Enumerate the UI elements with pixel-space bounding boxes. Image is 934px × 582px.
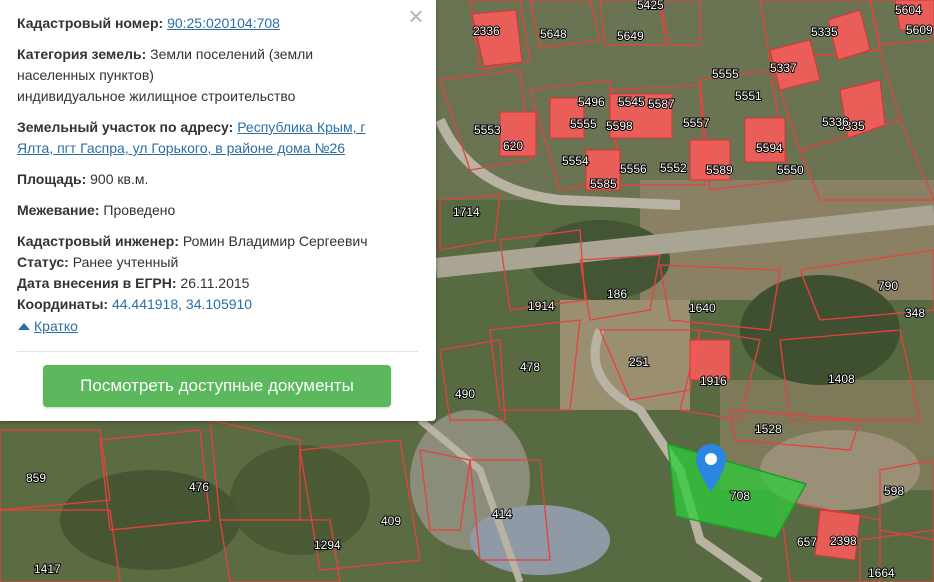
status-value: Ранее учтенный bbox=[72, 254, 179, 270]
coordinates-link[interactable]: 44.441918, 34.105910 bbox=[112, 296, 252, 312]
egrn-date-label: Дата внесения в ЕГРН: bbox=[17, 275, 177, 291]
parcel-label-selected: 708 bbox=[730, 489, 750, 503]
parcel-label: 1294 bbox=[314, 538, 341, 552]
parcel-label: 2336 bbox=[473, 24, 500, 38]
parcel-label: 5598 bbox=[606, 119, 633, 133]
land-category-value-cont: населенных пунктов) bbox=[17, 67, 154, 83]
parcel-label: 5555 bbox=[570, 117, 597, 131]
parcel-label: 5648 bbox=[540, 27, 567, 41]
land-use-value: индивидуальное жилищное строительство bbox=[17, 88, 296, 104]
parcel-label: 251 bbox=[629, 355, 649, 369]
address-link[interactable]: Республика Крым, г bbox=[237, 119, 365, 135]
parcel-label: 5587 bbox=[648, 97, 675, 111]
parcel-label: 186 bbox=[607, 287, 627, 301]
collapse-label: Кратко bbox=[34, 318, 78, 334]
engineer-row: Кадастровый инженер: Ромин Владимир Серг… bbox=[17, 231, 397, 252]
parcel-label: 5337 bbox=[770, 61, 797, 75]
land-category-value: Земли поселений (земли bbox=[150, 46, 314, 62]
coordinates-label: Координаты: bbox=[17, 296, 109, 312]
parcel-label: 5585 bbox=[590, 177, 617, 191]
location-pin-icon[interactable] bbox=[696, 444, 726, 492]
parcel-label: 5552 bbox=[660, 161, 687, 175]
parcel-label: 1714 bbox=[453, 205, 480, 219]
parcel-label: 348 bbox=[905, 306, 925, 320]
divider bbox=[17, 351, 418, 352]
parcel-label: 5554 bbox=[562, 154, 589, 168]
cadastral-number-link[interactable]: 90:25:020104:708 bbox=[167, 15, 280, 31]
address-link-cont[interactable]: Ялта, пгт Гаспра, ул Горького, в районе … bbox=[17, 140, 345, 156]
parcel-label: 620 bbox=[503, 139, 523, 153]
engineer-label: Кадастровый инженер: bbox=[17, 233, 180, 249]
parcel-label: 5556 bbox=[620, 162, 647, 176]
parcel-label: 5545 bbox=[618, 95, 645, 109]
parcel-label: 1408 bbox=[828, 372, 855, 386]
area-row: Площадь: 900 кв.м. bbox=[17, 169, 397, 190]
coordinates-row: Координаты: 44.441918, 34.105910 bbox=[17, 294, 397, 315]
parcel-label: 490 bbox=[455, 387, 475, 401]
address-row: Земельный участок по адресу: Республика … bbox=[17, 117, 397, 159]
survey-row: Межевание: Проведено bbox=[17, 200, 397, 221]
engineer-value: Ромин Владимир Сергеевич bbox=[182, 233, 368, 249]
parcel-label: 5550 bbox=[777, 163, 804, 177]
close-icon[interactable]: × bbox=[404, 3, 428, 29]
parcel-label: 5336 bbox=[822, 115, 849, 129]
parcel-label: 476 bbox=[189, 480, 209, 494]
parcel-label: 5609 bbox=[906, 23, 933, 37]
parcel-label: 790 bbox=[878, 279, 898, 293]
parcel-label: 414 bbox=[492, 507, 512, 521]
status-row: Статус: Ранее учтенный bbox=[17, 252, 397, 273]
egrn-date-value: 26.11.2015 bbox=[180, 275, 250, 291]
egrn-date-row: Дата внесения в ЕГРН: 26.11.2015 bbox=[17, 273, 397, 294]
triangle-up-icon bbox=[18, 323, 30, 330]
parcel-label: 1664 bbox=[868, 566, 895, 580]
parcel-info-panel: × Кадастровый номер: 90:25:020104:708 Ка… bbox=[0, 0, 436, 421]
parcel-label: 598 bbox=[884, 484, 904, 498]
land-category-row: Категория земель: Земли поселений (земли… bbox=[17, 44, 397, 107]
parcel-label: 1916 bbox=[700, 374, 727, 388]
parcel-label: 2398 bbox=[830, 534, 857, 548]
land-category-label: Категория земель: bbox=[17, 46, 147, 62]
parcel-label: 5553 bbox=[474, 123, 501, 137]
parcel-label: 1528 bbox=[755, 422, 782, 436]
parcel-label: 5594 bbox=[756, 141, 783, 155]
parcel-label: 5425 bbox=[637, 0, 664, 12]
area-value: 900 кв.м. bbox=[90, 171, 149, 187]
parcel-label: 1417 bbox=[34, 562, 61, 576]
parcel-label: 5557 bbox=[683, 116, 710, 130]
address-label: Земельный участок по адресу: bbox=[17, 119, 234, 135]
parcel-label: 5496 bbox=[578, 95, 605, 109]
parcel-label: 5555 bbox=[712, 67, 739, 81]
survey-label: Межевание: bbox=[17, 202, 100, 218]
cadastral-number-label: Кадастровый номер: bbox=[17, 15, 164, 31]
parcel-label: 657 bbox=[797, 535, 817, 549]
parcel-label: 1640 bbox=[689, 301, 716, 315]
parcel-label: 5589 bbox=[706, 163, 733, 177]
parcel-label: 409 bbox=[381, 514, 401, 528]
parcel-label: 859 bbox=[26, 471, 46, 485]
parcel-label: 5335 bbox=[811, 25, 838, 39]
parcel-label: 1914 bbox=[528, 299, 555, 313]
parcel-label: 5649 bbox=[617, 29, 644, 43]
parcel-label: 478 bbox=[520, 360, 540, 374]
collapse-toggle[interactable]: Кратко bbox=[18, 317, 78, 335]
status-label: Статус: bbox=[17, 254, 69, 270]
area-label: Площадь: bbox=[17, 171, 87, 187]
cadastral-number-row: Кадастровый номер: 90:25:020104:708 bbox=[17, 13, 397, 34]
parcel-label: 5551 bbox=[735, 89, 762, 103]
parcel-label: 5604 bbox=[895, 3, 922, 17]
survey-value: Проведено bbox=[103, 202, 176, 218]
view-documents-button[interactable]: Посмотреть доступные документы bbox=[43, 365, 391, 407]
